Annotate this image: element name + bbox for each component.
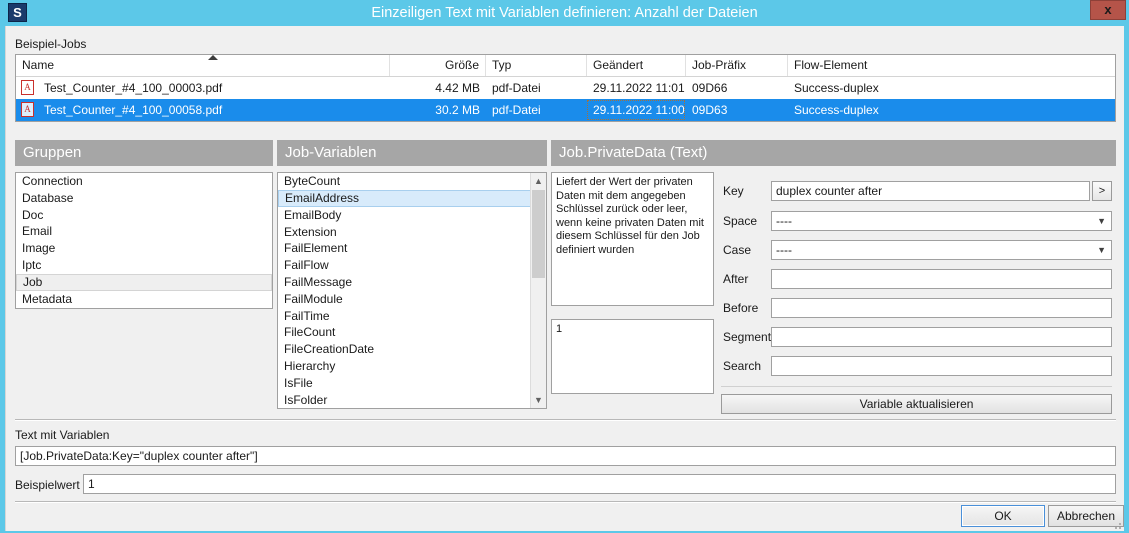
chevron-down-icon: ▼ bbox=[1097, 216, 1106, 226]
list-item[interactable]: ByteCount bbox=[278, 173, 531, 190]
field-label-after: After bbox=[723, 272, 749, 286]
column-header-flow-element[interactable]: Flow-Element bbox=[788, 55, 1115, 76]
table-row[interactable]: A Test_Counter_#4_100_00058.pdf 30.2 MB … bbox=[16, 99, 1115, 121]
after-input[interactable] bbox=[771, 269, 1112, 289]
cell-name: Test_Counter_#4_100_00058.pdf bbox=[44, 103, 223, 117]
section-divider bbox=[15, 419, 1116, 421]
field-label-segment: Segment bbox=[723, 330, 772, 344]
before-input[interactable] bbox=[771, 298, 1112, 318]
cell-name: Test_Counter_#4_100_00003.pdf bbox=[44, 81, 223, 95]
key-input[interactable]: duplex counter after bbox=[771, 181, 1090, 201]
text-with-variables-input[interactable]: [Job.PrivateData:Key="duplex counter aft… bbox=[15, 446, 1116, 466]
list-item[interactable]: Doc bbox=[16, 207, 272, 224]
list-item[interactable]: Connection bbox=[16, 173, 272, 190]
cell-prefix: 09D66 bbox=[692, 81, 728, 95]
cell-size: 4.42 MB bbox=[435, 81, 480, 95]
variables-scrollbar[interactable]: ▲ ▼ bbox=[530, 173, 546, 408]
case-select-value: ---- bbox=[776, 243, 792, 257]
cell-type: pdf-Datei bbox=[492, 81, 541, 95]
field-label-case: Case bbox=[723, 243, 752, 257]
cell-prefix: 09D63 bbox=[692, 103, 728, 117]
case-select[interactable]: ---- ▼ bbox=[771, 240, 1112, 260]
segment-input[interactable] bbox=[771, 327, 1112, 347]
list-item[interactable]: Metadata bbox=[16, 291, 272, 308]
text-with-variables-label: Text mit Variablen bbox=[15, 428, 110, 442]
jobs-table[interactable]: Name Größe Typ Geändert Job-Präfix Flow-… bbox=[15, 54, 1116, 122]
column-header-name[interactable]: Name bbox=[16, 55, 390, 76]
list-item[interactable]: Image bbox=[16, 240, 272, 257]
groups-panel-header: Gruppen bbox=[15, 140, 273, 166]
list-item-selected[interactable]: Job bbox=[16, 273, 272, 291]
list-item[interactable]: FileCreationDate bbox=[278, 341, 531, 358]
dialog-client-area: Beispiel-Jobs Name Größe Typ Geändert Jo… bbox=[5, 26, 1124, 531]
list-item[interactable]: IsFile bbox=[278, 375, 531, 392]
cell-flow-element: Success-duplex bbox=[794, 81, 879, 95]
resize-grip[interactable] bbox=[1111, 519, 1121, 529]
close-icon[interactable]: x bbox=[1090, 0, 1126, 20]
window-title: Einzeiligen Text mit Variablen definiere… bbox=[371, 5, 758, 21]
sample-value-input[interactable]: 1 bbox=[83, 474, 1116, 494]
list-item[interactable]: Database bbox=[16, 190, 272, 207]
jobs-table-header: Name Größe Typ Geändert Job-Präfix Flow-… bbox=[16, 55, 1115, 77]
list-item[interactable]: Extension bbox=[278, 224, 531, 241]
ok-button[interactable]: OK bbox=[961, 505, 1045, 527]
scroll-down-icon[interactable]: ▼ bbox=[531, 392, 546, 408]
cell-size: 30.2 MB bbox=[435, 103, 480, 117]
space-select-value: ---- bbox=[776, 214, 792, 228]
search-input[interactable] bbox=[771, 356, 1112, 376]
list-item[interactable]: IsFolder bbox=[278, 392, 531, 408]
cell-type: pdf-Datei bbox=[492, 103, 541, 117]
list-item[interactable]: FailFlow bbox=[278, 257, 531, 274]
form-divider bbox=[721, 386, 1112, 387]
list-item[interactable]: FailTime bbox=[278, 308, 531, 325]
list-item[interactable]: FailMessage bbox=[278, 274, 531, 291]
groups-listbox[interactable]: Connection Database Doc Email Image Iptc… bbox=[15, 172, 273, 309]
variable-sample-value: 1 bbox=[551, 319, 714, 394]
title-bar: S Einzeiligen Text mit Variablen definie… bbox=[0, 0, 1129, 26]
cell-modified: 29.11.2022 11:00 bbox=[593, 103, 685, 117]
list-item[interactable]: FileCount bbox=[278, 324, 531, 341]
list-item[interactable]: Email bbox=[16, 223, 272, 240]
column-header-modified[interactable]: Geändert bbox=[587, 55, 686, 76]
variables-panel-header: Job-Variablen bbox=[277, 140, 547, 166]
column-header-prefix[interactable]: Job-Präfix bbox=[686, 55, 788, 76]
pdf-file-icon: A bbox=[21, 80, 34, 95]
key-browse-button[interactable]: > bbox=[1092, 181, 1112, 201]
list-item-selected[interactable]: EmailAddress bbox=[278, 189, 531, 207]
field-label-space: Space bbox=[723, 214, 758, 228]
field-label-search: Search bbox=[723, 359, 762, 373]
footer-divider bbox=[15, 501, 1116, 503]
update-variable-button[interactable]: Variable aktualisieren bbox=[721, 394, 1112, 414]
detail-panel-header: Job.PrivateData (Text) bbox=[551, 140, 1116, 166]
scroll-up-icon[interactable]: ▲ bbox=[531, 173, 546, 189]
list-item[interactable]: Iptc bbox=[16, 257, 272, 274]
variable-description: Liefert der Wert der privaten Daten mit … bbox=[551, 172, 714, 306]
dialog-window: S Einzeiligen Text mit Variablen definie… bbox=[0, 0, 1129, 533]
scrollbar-thumb[interactable] bbox=[532, 190, 545, 278]
list-item[interactable]: FailElement bbox=[278, 240, 531, 257]
cell-flow-element: Success-duplex bbox=[794, 103, 879, 117]
list-item[interactable]: FailModule bbox=[278, 291, 531, 308]
column-header-size[interactable]: Größe bbox=[390, 55, 486, 76]
cell-modified: 29.11.2022 11:01 bbox=[593, 81, 685, 95]
space-select[interactable]: ---- ▼ bbox=[771, 211, 1112, 231]
jobs-section-label: Beispiel-Jobs bbox=[15, 37, 87, 51]
list-item[interactable]: Hierarchy bbox=[278, 358, 531, 375]
list-item[interactable]: Office bbox=[16, 308, 272, 309]
sample-value-label: Beispielwert bbox=[15, 478, 80, 492]
column-header-type[interactable]: Typ bbox=[486, 55, 587, 76]
variables-listbox[interactable]: ByteCount EmailAddress EmailBody Extensi… bbox=[277, 172, 547, 409]
field-label-key: Key bbox=[723, 184, 744, 198]
field-label-before: Before bbox=[723, 301, 759, 315]
sort-ascending-icon bbox=[208, 55, 218, 60]
chevron-down-icon: ▼ bbox=[1097, 245, 1106, 255]
pdf-file-icon: A bbox=[21, 102, 34, 117]
list-item[interactable]: EmailBody bbox=[278, 207, 531, 224]
table-row[interactable]: A Test_Counter_#4_100_00003.pdf 4.42 MB … bbox=[16, 77, 1115, 99]
